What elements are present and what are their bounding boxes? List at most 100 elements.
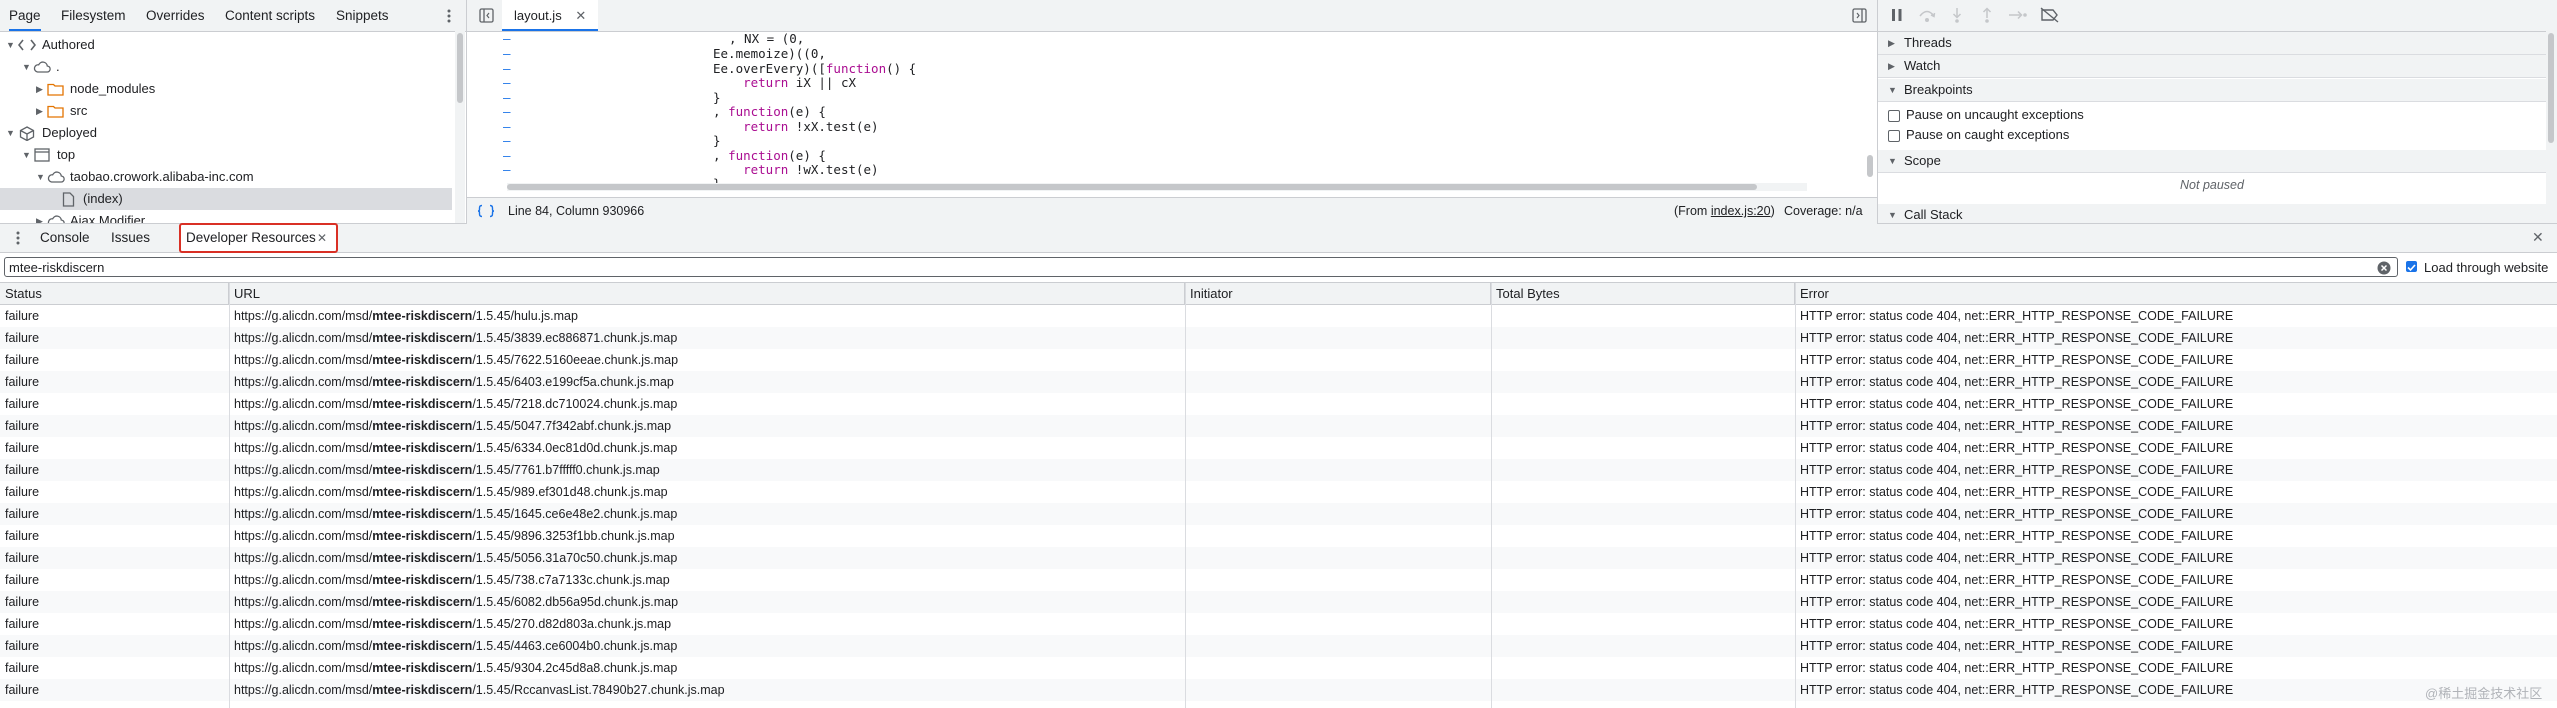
deactivate-breakpoints-icon[interactable] xyxy=(2040,7,2060,23)
table-row[interactable]: failure https://g.alicdn.com/msd/mtee-ris… xyxy=(0,525,2557,547)
source-origin-link[interactable]: index.js:20 xyxy=(1711,204,1771,218)
tree-item-authored[interactable]: ▼ Authored xyxy=(0,34,452,56)
table-row[interactable]: failure https://g.alicdn.com/msd/mtee-ris… xyxy=(0,349,2557,371)
code-line: –, NX = (0, xyxy=(503,31,805,46)
table-row[interactable]: failure https://g.alicdn.com/msd/mtee-ris… xyxy=(0,415,2557,437)
step-into-icon[interactable] xyxy=(1950,7,1964,23)
table-row[interactable]: failure https://g.alicdn.com/msd/mtee-ris… xyxy=(0,635,2557,657)
more-tabs-icon[interactable] xyxy=(446,8,452,24)
cell-error: HTTP error: status code 404, net::ERR_HT… xyxy=(1800,397,2234,411)
tree-item-index[interactable]: (index) xyxy=(0,188,452,210)
close-drawer-icon[interactable]: ✕ xyxy=(2532,229,2544,246)
tab-console[interactable]: Console xyxy=(40,224,90,252)
table-row[interactable]: failure https://g.alicdn.com/msd/mtee-ris… xyxy=(0,371,2557,393)
pause-caught-row[interactable]: Pause on caught exceptions xyxy=(1878,125,2546,145)
tree-item-label: (index) xyxy=(83,191,123,206)
section-watch[interactable]: ▶ Watch xyxy=(1878,55,2546,78)
tree-item-src[interactable]: ▶ src xyxy=(0,100,452,122)
table-row[interactable]: failure https://g.alicdn.com/msd/mtee-ris… xyxy=(0,569,2557,591)
tree-item-node-modules[interactable]: ▶ node_modules xyxy=(0,78,452,100)
toggle-debugger-icon[interactable] xyxy=(1852,8,1867,23)
filter-input[interactable] xyxy=(4,257,2398,277)
expand-triangle-icon[interactable]: ▼ xyxy=(36,166,46,188)
navigator-scrollbar[interactable] xyxy=(455,31,465,223)
column-header-url[interactable]: URL xyxy=(229,283,1185,304)
pause-uncaught-checkbox[interactable] xyxy=(1888,110,1900,122)
tab-filesystem[interactable]: Filesystem xyxy=(61,0,126,31)
table-row[interactable]: failure https://g.alicdn.com/msd/mtee-ris… xyxy=(0,613,2557,635)
tab-overrides[interactable]: Overrides xyxy=(146,0,205,31)
editor-tab-bar: layout.js ✕ xyxy=(467,0,1877,32)
pause-caught-checkbox[interactable] xyxy=(1888,130,1900,142)
close-tab-icon[interactable]: ✕ xyxy=(317,225,327,251)
frame-icon xyxy=(34,148,50,162)
url-match-highlight: mtee-riskdiscern xyxy=(372,353,473,367)
table-row[interactable]: failure https://g.alicdn.com/msd/mtee-ris… xyxy=(0,547,2557,569)
collapse-triangle-icon[interactable]: ▶ xyxy=(36,210,46,223)
section-breakpoints[interactable]: ▼ Breakpoints xyxy=(1878,79,2546,102)
column-header-total-bytes[interactable]: Total Bytes xyxy=(1491,283,1795,304)
table-row[interactable]: failure https://g.alicdn.com/msd/mtee-ris… xyxy=(0,679,2557,701)
expand-triangle-icon[interactable]: ▼ xyxy=(22,56,32,78)
url-match-highlight: mtee-riskdiscern xyxy=(372,617,473,631)
column-header-initiator[interactable]: Initiator xyxy=(1185,283,1491,304)
pause-uncaught-row[interactable]: Pause on uncaught exceptions xyxy=(1878,105,2546,125)
expand-triangle-icon[interactable]: ▼ xyxy=(6,122,16,144)
table-row[interactable]: failure https://g.alicdn.com/msd/mtee-ris… xyxy=(0,393,2557,415)
column-header-status[interactable]: Status xyxy=(0,283,229,304)
expand-triangle-icon[interactable]: ▼ xyxy=(22,144,32,166)
table-row[interactable]: failure https://g.alicdn.com/msd/mtee-ris… xyxy=(0,305,2557,327)
clear-filter-icon[interactable] xyxy=(2377,261,2391,275)
expand-triangle-icon: ▼ xyxy=(1888,85,1897,95)
navigator-tab-bar: Page Filesystem Overrides Content script… xyxy=(0,0,466,32)
cell-url: https://g.alicdn.com/msd/mtee-riskdiscer… xyxy=(234,507,678,521)
cell-status: failure xyxy=(5,463,40,477)
collapse-triangle-icon[interactable]: ▶ xyxy=(36,78,46,100)
toggle-navigator-icon[interactable] xyxy=(479,8,494,23)
section-call-stack[interactable]: ▼ Call Stack xyxy=(1878,204,2546,223)
debugger-scrollbar[interactable] xyxy=(2546,31,2557,223)
cell-url: https://g.alicdn.com/msd/mtee-riskdiscer… xyxy=(234,595,679,609)
tab-content-scripts[interactable]: Content scripts xyxy=(225,0,315,31)
load-through-website-checkbox[interactable] xyxy=(2406,261,2417,272)
table-row[interactable]: failure https://g.alicdn.com/msd/mtee-ris… xyxy=(0,437,2557,459)
debugger-toolbar xyxy=(1878,0,2557,32)
tab-snippets[interactable]: Snippets xyxy=(336,0,389,31)
table-row[interactable]: failure https://g.alicdn.com/msd/mtee-ris… xyxy=(0,503,2557,525)
cell-url: https://g.alicdn.com/msd/mtee-riskdiscer… xyxy=(234,309,578,323)
cell-status: failure xyxy=(5,529,40,543)
tab-page[interactable]: Page xyxy=(9,0,41,31)
editor-horizontal-scrollbar[interactable] xyxy=(507,183,1807,191)
section-scope[interactable]: ▼ Scope xyxy=(1878,150,2546,173)
tree-item-deployed[interactable]: ▼ Deployed xyxy=(0,122,452,144)
step-out-icon[interactable] xyxy=(1980,7,1994,23)
pause-icon[interactable] xyxy=(1890,7,1904,23)
tab-developer-resources[interactable]: Developer Resources ✕ xyxy=(179,223,338,253)
tree-item-domain[interactable]: ▼ taobao.crowork.alibaba-inc.com xyxy=(0,166,452,188)
table-row[interactable]: failure https://g.alicdn.com/msd/mtee-ris… xyxy=(0,327,2557,349)
pretty-print-icon[interactable] xyxy=(477,204,495,218)
tree-item-dot[interactable]: ▼ . xyxy=(0,56,452,78)
table-row[interactable]: failure https://g.alicdn.com/msd/mtee-ris… xyxy=(0,459,2557,481)
tree-item-label: . xyxy=(56,59,60,74)
column-header-error[interactable]: Error xyxy=(1795,283,2557,304)
tree-item-ajax-modifier[interactable]: ▶ Ajax Modifier xyxy=(0,210,452,223)
drawer-menu-icon[interactable] xyxy=(15,230,21,246)
table-row[interactable]: failure https://g.alicdn.com/msd/mtee-ris… xyxy=(0,657,2557,679)
close-tab-icon[interactable]: ✕ xyxy=(575,8,586,23)
cell-error: HTTP error: status code 404, net::ERR_HT… xyxy=(1800,353,2234,367)
tab-issues[interactable]: Issues xyxy=(111,224,150,252)
filter-bar: Load through website xyxy=(0,253,2557,283)
editor-file-tab[interactable]: layout.js ✕ xyxy=(502,0,599,31)
cell-status: failure xyxy=(5,353,40,367)
table-row[interactable]: failure https://g.alicdn.com/msd/mtee-ris… xyxy=(0,481,2557,503)
collapse-triangle-icon[interactable]: ▶ xyxy=(36,100,46,122)
step-icon[interactable] xyxy=(2008,7,2028,23)
expand-triangle-icon[interactable]: ▼ xyxy=(6,34,16,56)
cell-url: https://g.alicdn.com/msd/mtee-riskdiscer… xyxy=(234,485,668,499)
section-threads[interactable]: ▶ Threads xyxy=(1878,32,2546,55)
table-row[interactable]: failure https://g.alicdn.com/msd/mtee-ris… xyxy=(0,591,2557,613)
cell-status: failure xyxy=(5,375,40,389)
step-over-icon[interactable] xyxy=(1918,7,1936,23)
tree-item-top[interactable]: ▼ top xyxy=(0,144,452,166)
